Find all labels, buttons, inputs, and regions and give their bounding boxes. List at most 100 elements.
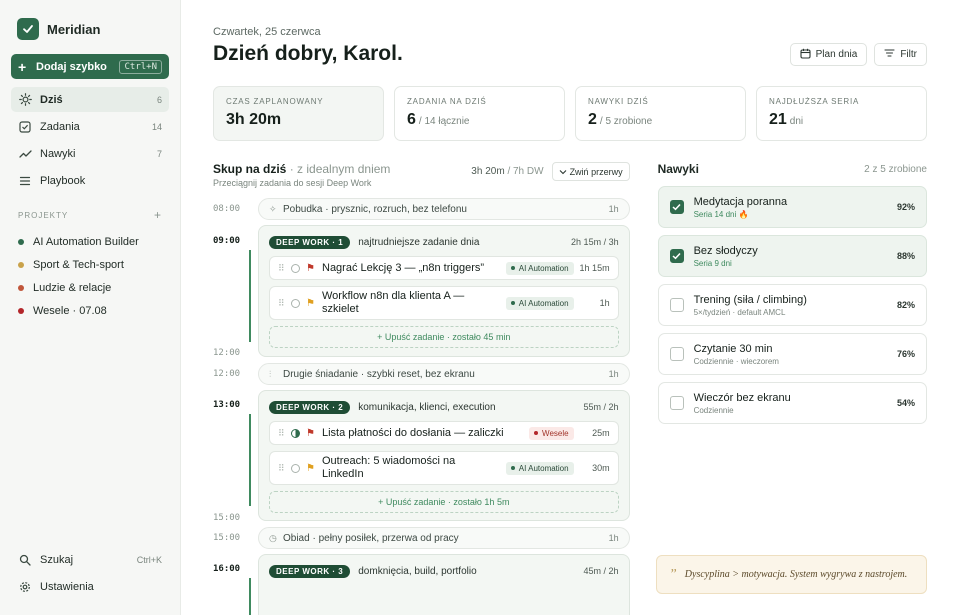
stat-label: NAWYKI DZIŚ — [588, 97, 649, 106]
tag-dot — [510, 466, 515, 471]
habit-sub: 5×/tydzień · default AMCL — [693, 307, 786, 317]
drop-zone[interactable]: + Upuść zadanie · zostało 1h 5m — [269, 491, 619, 513]
plan-day-label: Plan dnia — [815, 49, 858, 60]
habit-checkbox[interactable] — [669, 396, 684, 410]
break-label: Drugie śniadanie · szybki reset, bez ekr… — [283, 368, 475, 380]
break-duration: 1h — [608, 369, 619, 379]
focus-title-main: Skup na dziś — [213, 162, 287, 176]
task-checkbox[interactable] — [291, 298, 300, 308]
search-nav-item[interactable]: Szukaj Ctrl+K — [11, 547, 169, 572]
task-title: Workflow n8n dla klienta A — szkielet — [322, 290, 465, 315]
habit-row[interactable]: Medytacja poranna Seria 14 dni 🔥 92% — [657, 186, 927, 228]
stat-value: 21 dni — [769, 111, 914, 129]
time-label: 15:00 — [213, 533, 241, 543]
collapse-breaks-button[interactable]: Zwiń przerwy — [551, 162, 630, 181]
quote-mark-icon: ” — [669, 566, 677, 582]
task-checkbox[interactable] — [291, 263, 300, 273]
time-label: 12:00 — [213, 348, 241, 358]
project-item[interactable]: Ludzie & relacje — [11, 276, 169, 299]
nav-label: Playbook — [40, 174, 86, 187]
main-content: Czwartek, 25 czerwca Dzień dobry, Karol.… — [181, 0, 960, 615]
timeline-progress-line — [249, 250, 251, 342]
break-pill[interactable]: ◷ Obiad · pełny posiłek, przerwa od prac… — [258, 527, 630, 549]
habit-text: Bez słodyczy Seria 9 dni — [694, 245, 897, 268]
habit-checkbox[interactable] — [669, 347, 684, 361]
drag-handle-icon[interactable]: ⠿ — [278, 428, 288, 439]
date-label: Czwartek, 25 czerwca — [213, 26, 321, 38]
task-row[interactable]: ⠿ ⚑ Outreach: 5 wiadomości na LinkedIn A… — [269, 451, 619, 485]
search-label: Szukaj — [40, 553, 74, 566]
settings-nav-item[interactable]: Ustawienia — [11, 574, 169, 599]
tag-label: Wesele — [542, 428, 569, 438]
task-progress-checkbox[interactable] — [291, 428, 300, 438]
habit-percent: 76% — [896, 349, 915, 359]
app-name: Meridian — [47, 21, 101, 37]
stat-number: 2 — [588, 111, 597, 128]
task-row[interactable]: ⠿ ⚑ Nagrać Lekcję 3 — „n8n triggers” AI … — [269, 256, 619, 280]
planned-total: / 7h DW — [507, 166, 544, 177]
drop-zone[interactable]: + Upuść zadanie · zostało 45 min — [269, 326, 619, 348]
habit-row[interactable]: Czytanie 30 min Codziennie · wieczorem 7… — [657, 333, 927, 375]
break-pill[interactable]: ⫶ Drugie śniadanie · szybki reset, bez e… — [258, 363, 630, 385]
focus-header: Skup na dziś · z idealnym dniem Przeciąg… — [213, 162, 630, 188]
habit-checkbox[interactable] — [669, 249, 684, 263]
habit-checkbox[interactable] — [669, 298, 684, 312]
flag-icon: ⚑ — [306, 297, 315, 309]
habit-row[interactable]: Trening (siła / climbing) 5×/tydzień · d… — [657, 284, 927, 326]
project-item[interactable]: AI Automation Builder — [11, 230, 169, 253]
list-icon — [18, 174, 32, 188]
habit-percent: 92% — [896, 202, 915, 212]
project-label: Sport & Tech-sport — [33, 258, 124, 271]
drag-handle-icon[interactable]: ⠿ — [278, 463, 288, 474]
filter-button[interactable]: Filtr — [874, 43, 927, 66]
habit-sub: Codziennie · wieczorem — [693, 356, 779, 366]
habit-row[interactable]: Bez słodyczy Seria 9 dni 88% — [657, 235, 927, 277]
quick-add-button[interactable]: + Dodaj szybko Ctrl+N — [11, 54, 169, 79]
task-row[interactable]: ⠿ ⚑ Workflow n8n dla klienta A — szkiele… — [269, 286, 619, 320]
add-project-icon[interactable]: + — [154, 208, 162, 222]
collapse-breaks-label: Zwiń przerwy — [569, 166, 623, 177]
task-duration: 25m — [592, 428, 610, 438]
nav-label: Zadania — [40, 120, 80, 133]
habit-checkbox[interactable] — [669, 200, 684, 214]
calendar-icon — [800, 48, 811, 62]
task-duration: 30m — [592, 463, 610, 473]
block-header: DEEP WORK · 3 domknięcia, build, portfol… — [269, 563, 619, 579]
time-label: 12:00 — [213, 369, 241, 379]
projects-heading-label: PROJEKTY — [18, 210, 69, 220]
drag-handle-icon[interactable]: ⠿ — [278, 298, 288, 309]
checkbox-icon — [18, 120, 32, 134]
project-item[interactable]: Wesele · 07.08 — [11, 299, 169, 322]
habit-name: Wieczór bez ekranu — [693, 391, 791, 404]
quick-add-shortcut: Ctrl+N — [119, 59, 162, 74]
project-item[interactable]: Sport & Tech-sport — [11, 253, 169, 276]
nav-label: Dziś — [40, 93, 63, 106]
deep-work-badge: DEEP WORK · 3 — [269, 564, 351, 578]
flag-icon: ⚑ — [306, 262, 315, 274]
habit-sub: Seria 14 dni 🔥 — [693, 209, 749, 219]
block-description: komunikacja, klienci, execution — [358, 401, 496, 413]
nav-item-playbook[interactable]: Playbook — [11, 168, 169, 193]
plan-day-button[interactable]: Plan dnia — [789, 43, 868, 66]
drag-handle-icon[interactable]: ⠿ — [278, 263, 288, 274]
gear-icon — [18, 580, 32, 594]
habit-row[interactable]: Wieczór bez ekranu Codziennie 54% — [657, 382, 927, 424]
brand[interactable]: Meridian — [11, 18, 169, 40]
stat-label: ZADANIA NA DZIŚ — [407, 97, 487, 106]
nav-item-today[interactable]: Dziś 6 — [11, 87, 169, 112]
focus-meta: 3h 20m / 7h DW Zwiń przerwy — [471, 162, 630, 181]
nav-item-tasks[interactable]: Zadania 14 — [11, 114, 169, 139]
task-checkbox[interactable] — [291, 463, 300, 473]
stat-number: 3h 20m — [226, 111, 282, 128]
break-pill[interactable]: ✧ Pobudka · prysznic, rozruch, bez telef… — [258, 198, 630, 220]
sidebar: Meridian + Dodaj szybko Ctrl+N Dziś 6 Za… — [0, 0, 181, 615]
tag-label: AI Automation — [518, 263, 569, 273]
task-row[interactable]: ⠿ ⚑ Lista płatności do dosłania — zalicz… — [269, 421, 619, 445]
project-tag: AI Automation — [505, 461, 574, 475]
project-tag: AI Automation — [505, 261, 574, 275]
stat-label: NAJDŁUŻSZA SERIA — [769, 97, 860, 106]
habits-section: Nawyki 2 z 5 zrobione Medytacja poranna … — [657, 162, 927, 431]
nav-item-habits[interactable]: Nawyki 7 — [11, 141, 169, 166]
time-label: 09:00 — [213, 236, 241, 246]
block-description: najtrudniejsze zadanie dnia — [358, 236, 480, 248]
